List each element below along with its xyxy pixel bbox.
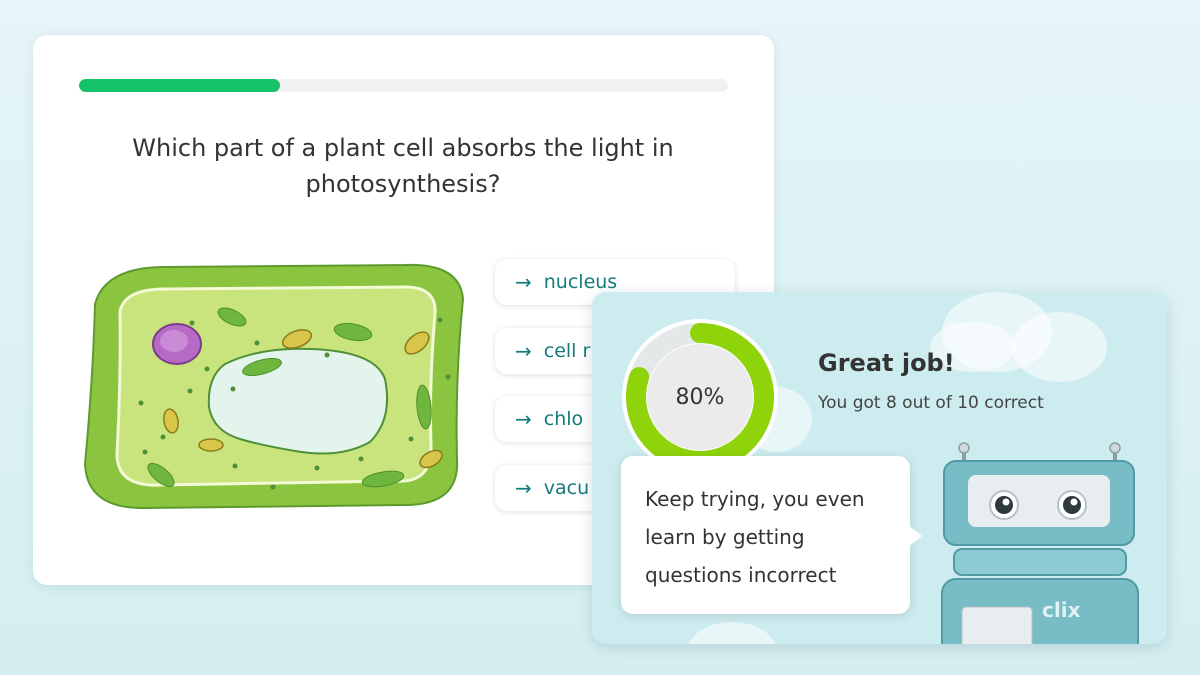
quiz-progress-bar (79, 79, 728, 92)
robot-mascot: clix (941, 442, 1139, 644)
answer-label: chlo (543, 408, 584, 430)
score-percent: 80% (675, 384, 725, 410)
speech-bubble: Keep trying, you even learn by getting q… (621, 456, 910, 614)
arrow-right-icon: → (515, 270, 532, 294)
result-title: Great job! (818, 349, 955, 377)
quiz-progress-fill (79, 79, 281, 92)
plant-cell-illustration (83, 263, 465, 509)
arrow-right-icon: → (515, 407, 532, 431)
cloud-decoration (1012, 312, 1107, 382)
cloud-decoration (687, 622, 777, 644)
arrow-right-icon: → (515, 339, 532, 363)
answer-label: vacu (543, 477, 590, 499)
result-card: 80% Great job! You got 8 out of 10 corre… (592, 292, 1167, 644)
score-ring: 80% (620, 317, 780, 477)
speech-bubble-tail (904, 522, 922, 550)
arrow-right-icon: → (515, 476, 532, 500)
question-text: Which part of a plant cell absorbs the l… (132, 134, 674, 198)
robot-chest-label: clix (1042, 598, 1081, 622)
answer-label: cell r (543, 340, 591, 362)
bubble-message: Keep trying, you even learn by getting q… (645, 487, 865, 587)
answer-label: nucleus (543, 271, 618, 293)
result-score-text: You got 8 out of 10 correct (818, 393, 1044, 413)
